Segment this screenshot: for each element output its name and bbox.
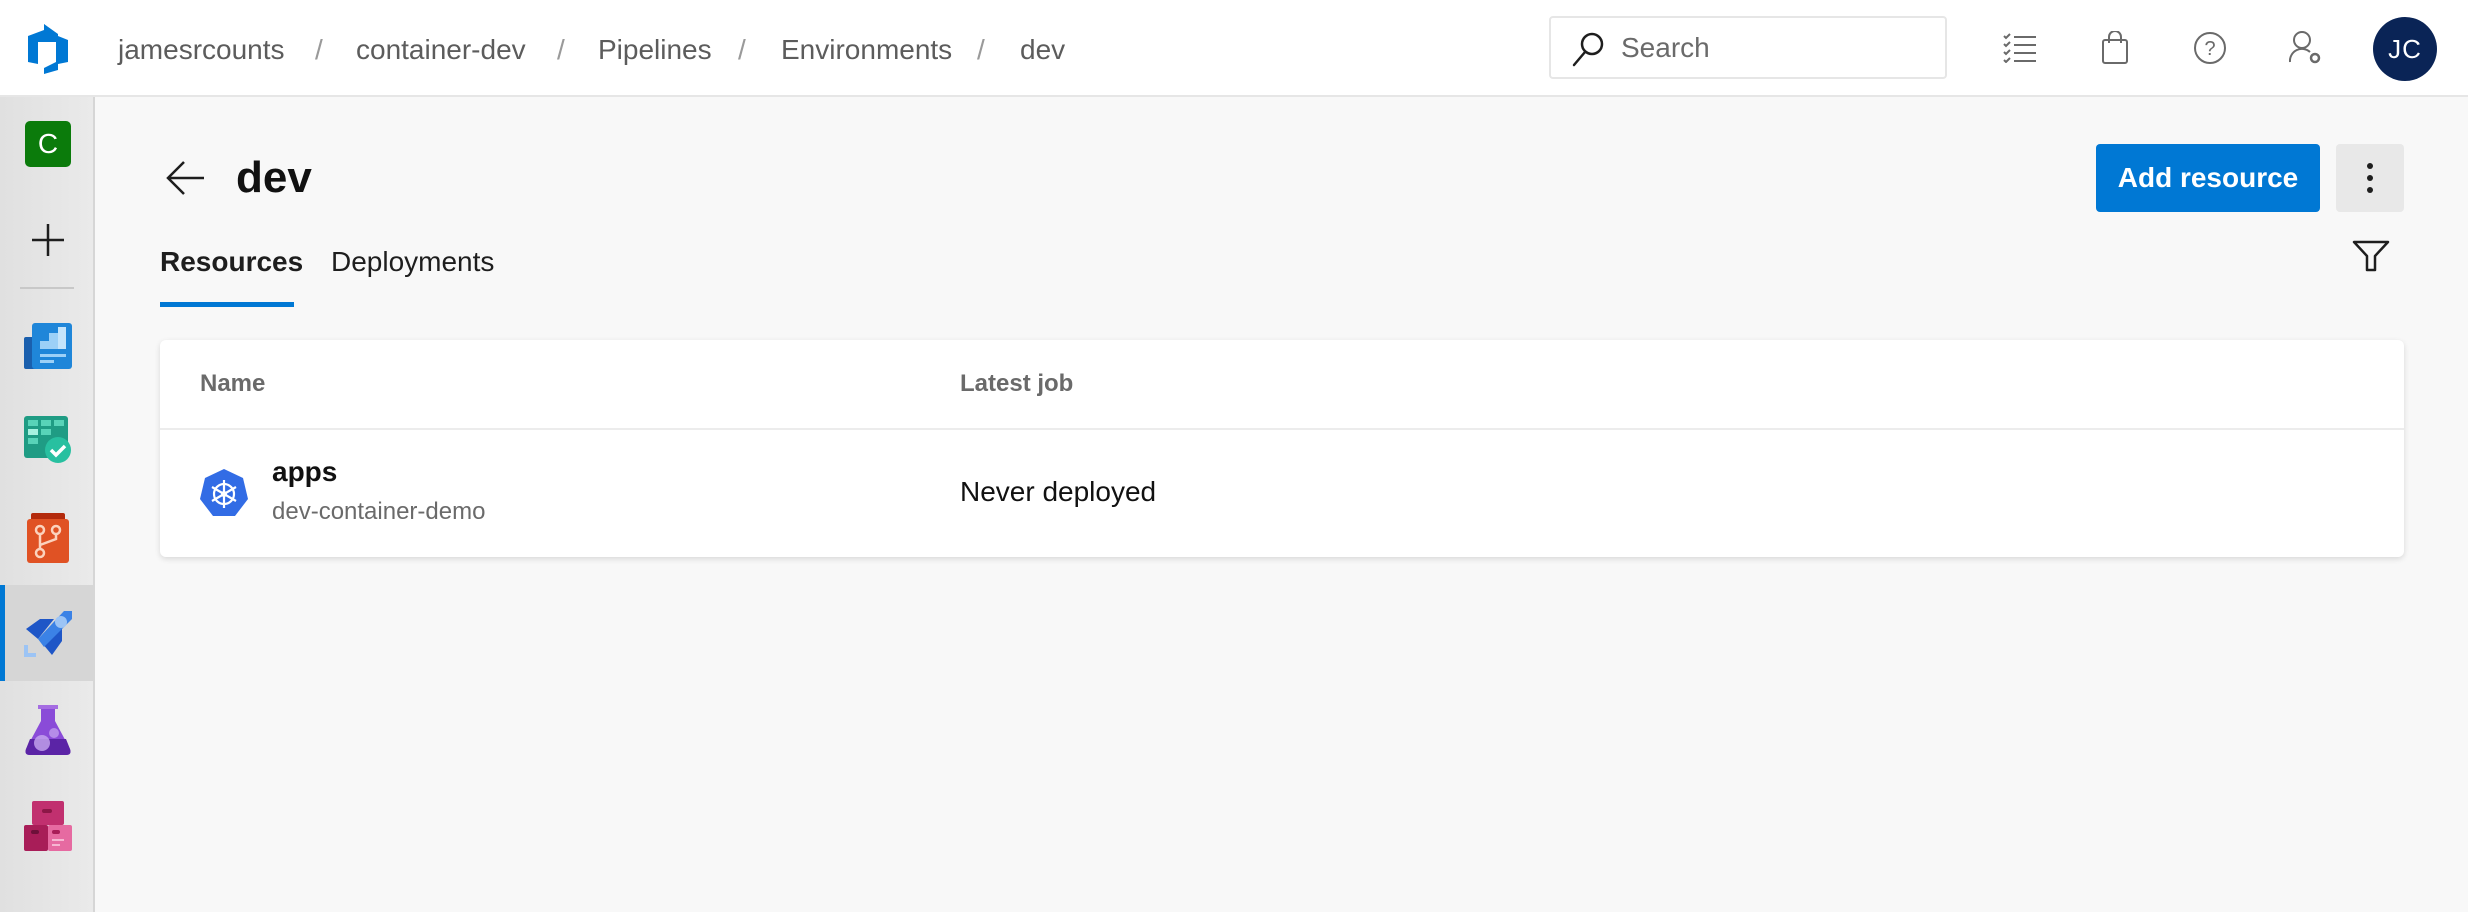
search-input[interactable] [1621, 26, 1931, 70]
breadcrumb-separator: / [977, 34, 985, 65]
breadcrumb-separator: / [557, 34, 565, 65]
breadcrumb-separator: / [738, 34, 746, 65]
sidebar-divider [20, 287, 74, 289]
active-tab-indicator [160, 302, 294, 307]
breadcrumb-separator: / [315, 34, 323, 65]
sidebar-item-boards[interactable] [0, 392, 95, 488]
kubernetes-icon [200, 469, 248, 516]
breadcrumb-pipelines[interactable]: Pipelines [598, 30, 712, 70]
work-items-icon [2003, 33, 2036, 63]
sidebar-item-repos[interactable] [0, 490, 95, 586]
overview-icon [23, 323, 72, 369]
search-icon [1572, 32, 1604, 67]
more-actions-button[interactable] [2336, 144, 2404, 212]
help-button[interactable]: ? [2190, 28, 2230, 68]
column-header-name[interactable]: Name [200, 368, 265, 400]
back-button[interactable] [164, 158, 208, 198]
sidebar-item-pipelines[interactable] [0, 585, 95, 681]
more-vertical-icon [2367, 163, 2373, 193]
boards-icon [23, 416, 71, 463]
plus-icon [31, 224, 64, 256]
breadcrumb-current[interactable]: dev [1020, 30, 1065, 70]
breadcrumb-project[interactable]: container-dev [356, 30, 526, 70]
tab-deployments[interactable]: Deployments [331, 244, 494, 280]
user-settings-button[interactable] [2286, 28, 2326, 68]
azure-devops-icon [28, 24, 68, 74]
org-tile[interactable]: C [25, 121, 71, 167]
resources-table: Name Latest job apps dev-container-demo … [160, 340, 2404, 557]
column-header-latest-job[interactable]: Latest job [960, 368, 1073, 400]
azure-devops-logo[interactable] [22, 22, 74, 76]
test-plans-icon [25, 705, 70, 755]
artifacts-icon [23, 801, 72, 851]
shopping-bag-icon [2102, 31, 2128, 64]
resource-namespace: dev-container-demo [272, 498, 486, 525]
sidebar-item-artifacts[interactable] [0, 778, 95, 874]
marketplace-button[interactable] [2095, 28, 2135, 68]
sidebar-item-new-project[interactable] [0, 192, 95, 288]
repos-icon [26, 513, 69, 563]
sidebar-item-overview[interactable] [0, 298, 95, 394]
search-box[interactable] [1549, 16, 1947, 79]
work-items-button[interactable] [2000, 28, 2040, 68]
help-icon: ? [2194, 32, 2226, 64]
svg-text:?: ? [2204, 38, 2215, 60]
page-title: dev [236, 153, 312, 202]
user-avatar[interactable]: JC [2373, 17, 2437, 81]
arrow-left-icon [166, 161, 204, 195]
pipelines-icon [23, 611, 72, 657]
table-row[interactable]: apps dev-container-demo Never deployed [160, 430, 2404, 557]
filter-icon [2352, 240, 2390, 272]
filter-button[interactable] [2352, 240, 2390, 280]
breadcrumb-environments[interactable]: Environments [781, 30, 952, 70]
add-resource-button[interactable]: Add resource [2096, 144, 2320, 212]
top-bar: jamesrcounts / container-dev / Pipelines… [0, 0, 2468, 97]
sidebar-item-test-plans[interactable] [0, 682, 95, 778]
user-settings-icon [2288, 31, 2321, 64]
breadcrumb-org[interactable]: jamesrcounts [118, 30, 285, 70]
resource-name[interactable]: apps [272, 454, 337, 490]
resource-latest-job: Never deployed [960, 476, 1157, 507]
tab-resources[interactable]: Resources [160, 244, 303, 280]
